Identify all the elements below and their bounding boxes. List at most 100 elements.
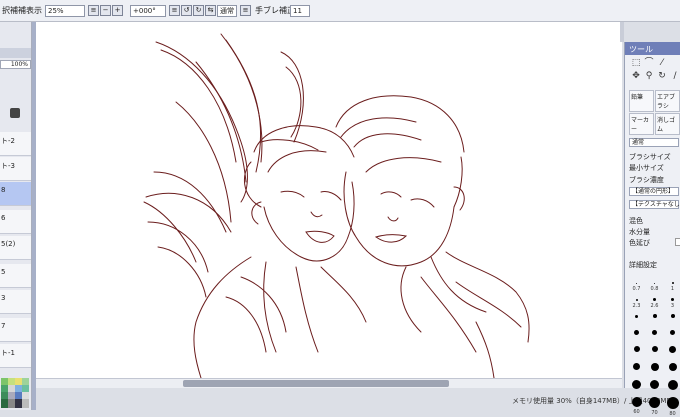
layer-row[interactable]: ト-1 [0, 344, 31, 368]
brush-size-dot [651, 346, 658, 352]
brush-size-label: 70 [651, 410, 658, 416]
brush-size-cell[interactable]: 1 [663, 278, 680, 292]
brush-size-cell[interactable] [627, 346, 646, 354]
brush-size-cell[interactable] [627, 363, 646, 372]
layer-row[interactable]: 3 [0, 290, 31, 314]
brush-size-cell[interactable]: 2.6 [645, 295, 664, 309]
new-layer-icon[interactable] [10, 108, 20, 118]
tool-panel-title: ツール [625, 42, 680, 55]
zoom-menu-icon[interactable]: ≡ [88, 5, 99, 16]
stretch-checkbox[interactable] [675, 238, 680, 246]
layer-panel: 100% ト-2 ト-3 8 6 5(2) 5 3 7 ト-1 [0, 22, 32, 410]
brush-size-dot [653, 298, 656, 301]
sketch-drawing [143, 33, 530, 378]
select-rect-icon[interactable]: ⬚ [631, 58, 641, 68]
brush-size-cell[interactable] [645, 329, 664, 337]
brush-size-label: 2.3 [632, 303, 641, 309]
brush-size-label: 0.7 [632, 286, 641, 292]
flip-icon[interactable]: ⇆ [205, 5, 216, 16]
move-icon[interactable]: ✥ [631, 71, 641, 81]
brush-size-dot [650, 363, 659, 371]
layer-row[interactable]: 6 [0, 210, 31, 234]
blend-mode-select[interactable]: 通常 [217, 5, 237, 17]
brush-density-label: ブラシ濃度 [629, 176, 664, 184]
brush-size-cell[interactable] [663, 363, 680, 373]
brush-size-cell[interactable]: 0.8 [645, 278, 664, 292]
magic-wand-icon[interactable]: ⁄ [657, 58, 667, 68]
stabilizer-field[interactable]: 11 [290, 5, 310, 17]
layer-row[interactable]: ト-2 [0, 132, 31, 156]
zoom-icon[interactable]: ⚲ [644, 71, 654, 81]
tool-panel: ツール ⬚ ⌒ ⁄ ✥ ⚲ ↻ ∕ 鉛筆 エアブラシ マーカー 消しゴム 通常 … [624, 42, 680, 417]
brush-size-cell[interactable]: 60 [627, 397, 646, 415]
brush-size-cell[interactable]: 80 [663, 397, 680, 417]
lasso-icon[interactable]: ⌒ [644, 58, 654, 68]
brush-size-cell[interactable] [645, 312, 664, 320]
brush-size-cell[interactable]: 3 [663, 295, 680, 309]
layer-row[interactable]: 7 [0, 318, 31, 342]
layer-opacity[interactable]: 100% [0, 60, 31, 69]
scrollbar-thumb[interactable] [183, 380, 449, 387]
brush-size-dot [671, 282, 674, 284]
brush-size-dot [632, 380, 641, 389]
brush-size-label: 80 [669, 411, 676, 417]
detail-settings-toggle[interactable]: 詳細設定 [629, 260, 657, 270]
brush-size-cell[interactable] [627, 312, 646, 320]
brush-tile-eraser[interactable]: 消しゴム [655, 113, 680, 135]
brush-size-cell[interactable]: 2.3 [627, 295, 646, 309]
zoom-field[interactable]: 25% [45, 5, 85, 17]
layer-row-selected[interactable]: 8 [0, 182, 31, 206]
brush-texture-select[interactable]: 【テクスチャなし】 [629, 200, 680, 209]
rotate-right-icon[interactable]: ↻ [193, 5, 204, 16]
brush-size-cell[interactable] [627, 329, 646, 337]
brush-size-cell[interactable] [663, 329, 680, 337]
brush-tile-marker[interactable]: マーカー [629, 113, 654, 135]
brush-size-cell[interactable] [627, 380, 646, 391]
brush-size-cell[interactable] [645, 346, 664, 354]
blend-menu-icon[interactable]: ≡ [240, 5, 251, 16]
brush-size-dot [669, 346, 676, 353]
rotate-left-icon[interactable]: ↺ [181, 5, 192, 16]
brush-size-cell[interactable] [645, 380, 664, 391]
blend-label: 混色 [629, 217, 643, 225]
color-swatches[interactable] [1, 378, 29, 408]
brush-size-dot [670, 314, 675, 318]
brush-size-dot [631, 397, 642, 407]
brush-size-cell[interactable]: 70 [645, 397, 664, 416]
brush-size-dot [668, 363, 677, 371]
brush-size-label: 3 [670, 303, 675, 309]
brush-size-cell[interactable]: 0.7 [627, 278, 646, 292]
brush-size-label: 1 [670, 286, 675, 292]
brush-size-cell[interactable] [663, 380, 680, 392]
brush-size-label: ブラシサイズ [629, 153, 671, 161]
brush-size-dot [635, 299, 638, 301]
rotate-icon[interactable]: ↻ [657, 71, 667, 81]
brush-size-dot [634, 330, 639, 335]
horizontal-scrollbar[interactable] [36, 378, 622, 388]
zoom-out-icon[interactable]: − [100, 5, 111, 16]
brush-size-dot [633, 346, 640, 352]
brush-size-dot [667, 380, 678, 390]
layer-row[interactable]: 5 [0, 264, 31, 288]
brush-size-dot [633, 363, 640, 370]
brush-size-cell[interactable] [663, 312, 680, 320]
brush-size-dot [654, 283, 655, 284]
brush-size-label: 0.8 [650, 286, 659, 292]
brush-shape-select[interactable]: 【通常の円形】 [629, 187, 679, 196]
brush-tile-pencil[interactable]: 鉛筆 [629, 90, 654, 112]
layer-row[interactable]: ト-3 [0, 157, 31, 181]
brush-mode-select[interactable]: 通常 [629, 138, 679, 147]
brush-size-dot [666, 397, 679, 409]
layer-row[interactable]: 5(2) [0, 236, 31, 260]
brush-size-dot [635, 315, 638, 318]
brush-size-cell[interactable] [663, 346, 680, 355]
brush-tile-airbrush[interactable]: エアブラシ [655, 90, 680, 112]
layer-panel-header [0, 48, 31, 58]
brush-size-dot [636, 283, 637, 284]
drawing-canvas[interactable] [36, 22, 622, 378]
brush-size-cell[interactable] [645, 363, 664, 373]
rotation-field[interactable]: +000° [130, 5, 166, 17]
rotate-reset-icon[interactable]: ≡ [169, 5, 180, 16]
zoom-in-icon[interactable]: + [112, 5, 123, 16]
eyedropper-icon[interactable]: ∕ [670, 71, 680, 81]
